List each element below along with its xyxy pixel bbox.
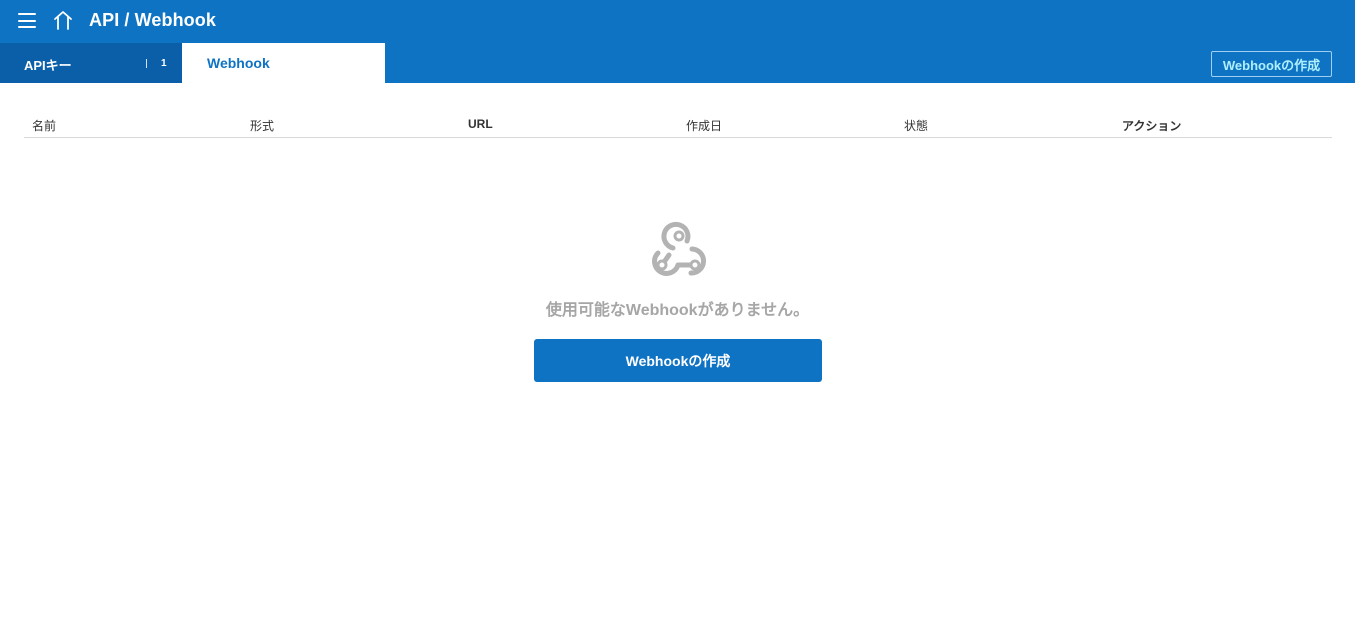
tab-bar: APIキー 1 Webhook Webhookの作成 — [0, 43, 1355, 83]
home-icon[interactable] — [52, 9, 74, 31]
webhook-icon — [652, 221, 706, 276]
tab-webhook-label: Webhook — [207, 55, 270, 71]
column-header-created[interactable]: 作成日 — [686, 117, 722, 134]
tab-api-key-count: 1 — [161, 58, 167, 69]
top-bar: API / Webhook — [0, 0, 1355, 43]
column-header-actions: アクション — [1122, 119, 1182, 133]
empty-state-message: 使用可能なWebhookがありません。 — [545, 302, 810, 319]
column-header-format[interactable]: 形式 — [250, 117, 274, 134]
hamburger-menu-icon[interactable] — [18, 13, 36, 28]
tab-api-key-label: APIキー — [24, 58, 72, 73]
page-title: API / Webhook — [89, 10, 216, 30]
create-webhook-button-header[interactable]: Webhookの作成 — [1211, 51, 1332, 77]
tab-api-key[interactable]: APIキー 1 — [0, 43, 182, 83]
tab-separator — [146, 59, 147, 68]
table-header: 名前 形式 URL 作成日 状態 アクション — [24, 110, 1332, 138]
column-header-url[interactable]: URL — [468, 117, 493, 131]
column-header-name[interactable]: 名前 — [32, 117, 56, 134]
create-webhook-button[interactable]: Webhookの作成 — [534, 339, 822, 382]
column-header-status[interactable]: 状態 — [904, 117, 928, 134]
tab-webhook[interactable]: Webhook — [182, 43, 385, 83]
